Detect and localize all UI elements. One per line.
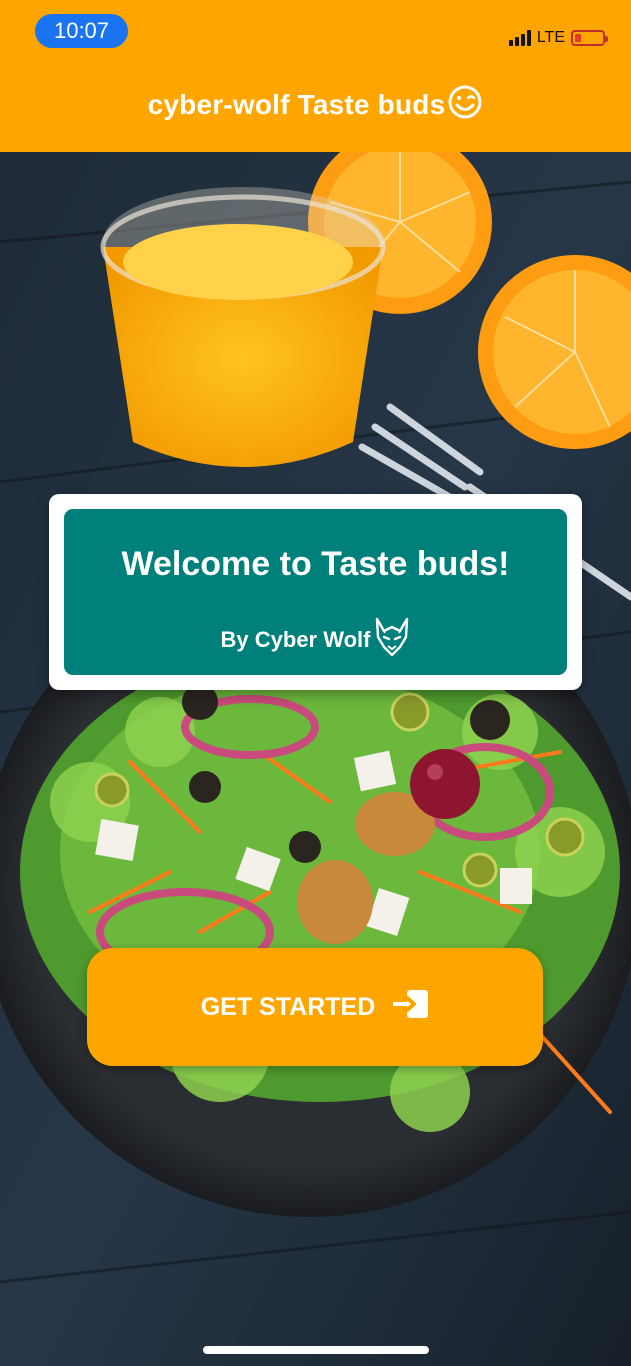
status-time: 10:07 [35, 14, 128, 48]
wolf-logo-icon [374, 617, 410, 663]
network-type: LTE [536, 29, 565, 46]
login-arrow-icon [392, 989, 429, 1026]
get-started-button[interactable]: GET STARTED [87, 948, 543, 1066]
byline-text: By Cyber Wolf [220, 627, 371, 652]
app-title: cyber-wolf Taste buds [0, 84, 631, 127]
welcome-card: Welcome to Taste buds! By Cyber Wolf [49, 494, 582, 690]
status-indicators: LTE [508, 26, 608, 50]
get-started-label: GET STARTED [200, 992, 376, 1021]
battery-icon [571, 30, 608, 46]
home-indicator[interactable] [203, 1346, 429, 1354]
smiley-wink-icon [447, 84, 483, 127]
welcome-title: Welcome to Taste buds! [121, 545, 510, 583]
welcome-byline: By Cyber Wolf [64, 617, 567, 663]
background-food-photo [0, 152, 631, 1366]
app-header: 10:07 LTE cyber-wolf Taste buds [0, 0, 631, 152]
app-title-text: cyber-wolf Taste buds [147, 89, 446, 120]
welcome-banner: Welcome to Taste buds! By Cyber Wolf [64, 509, 567, 675]
cellular-signal-icon [508, 30, 531, 46]
